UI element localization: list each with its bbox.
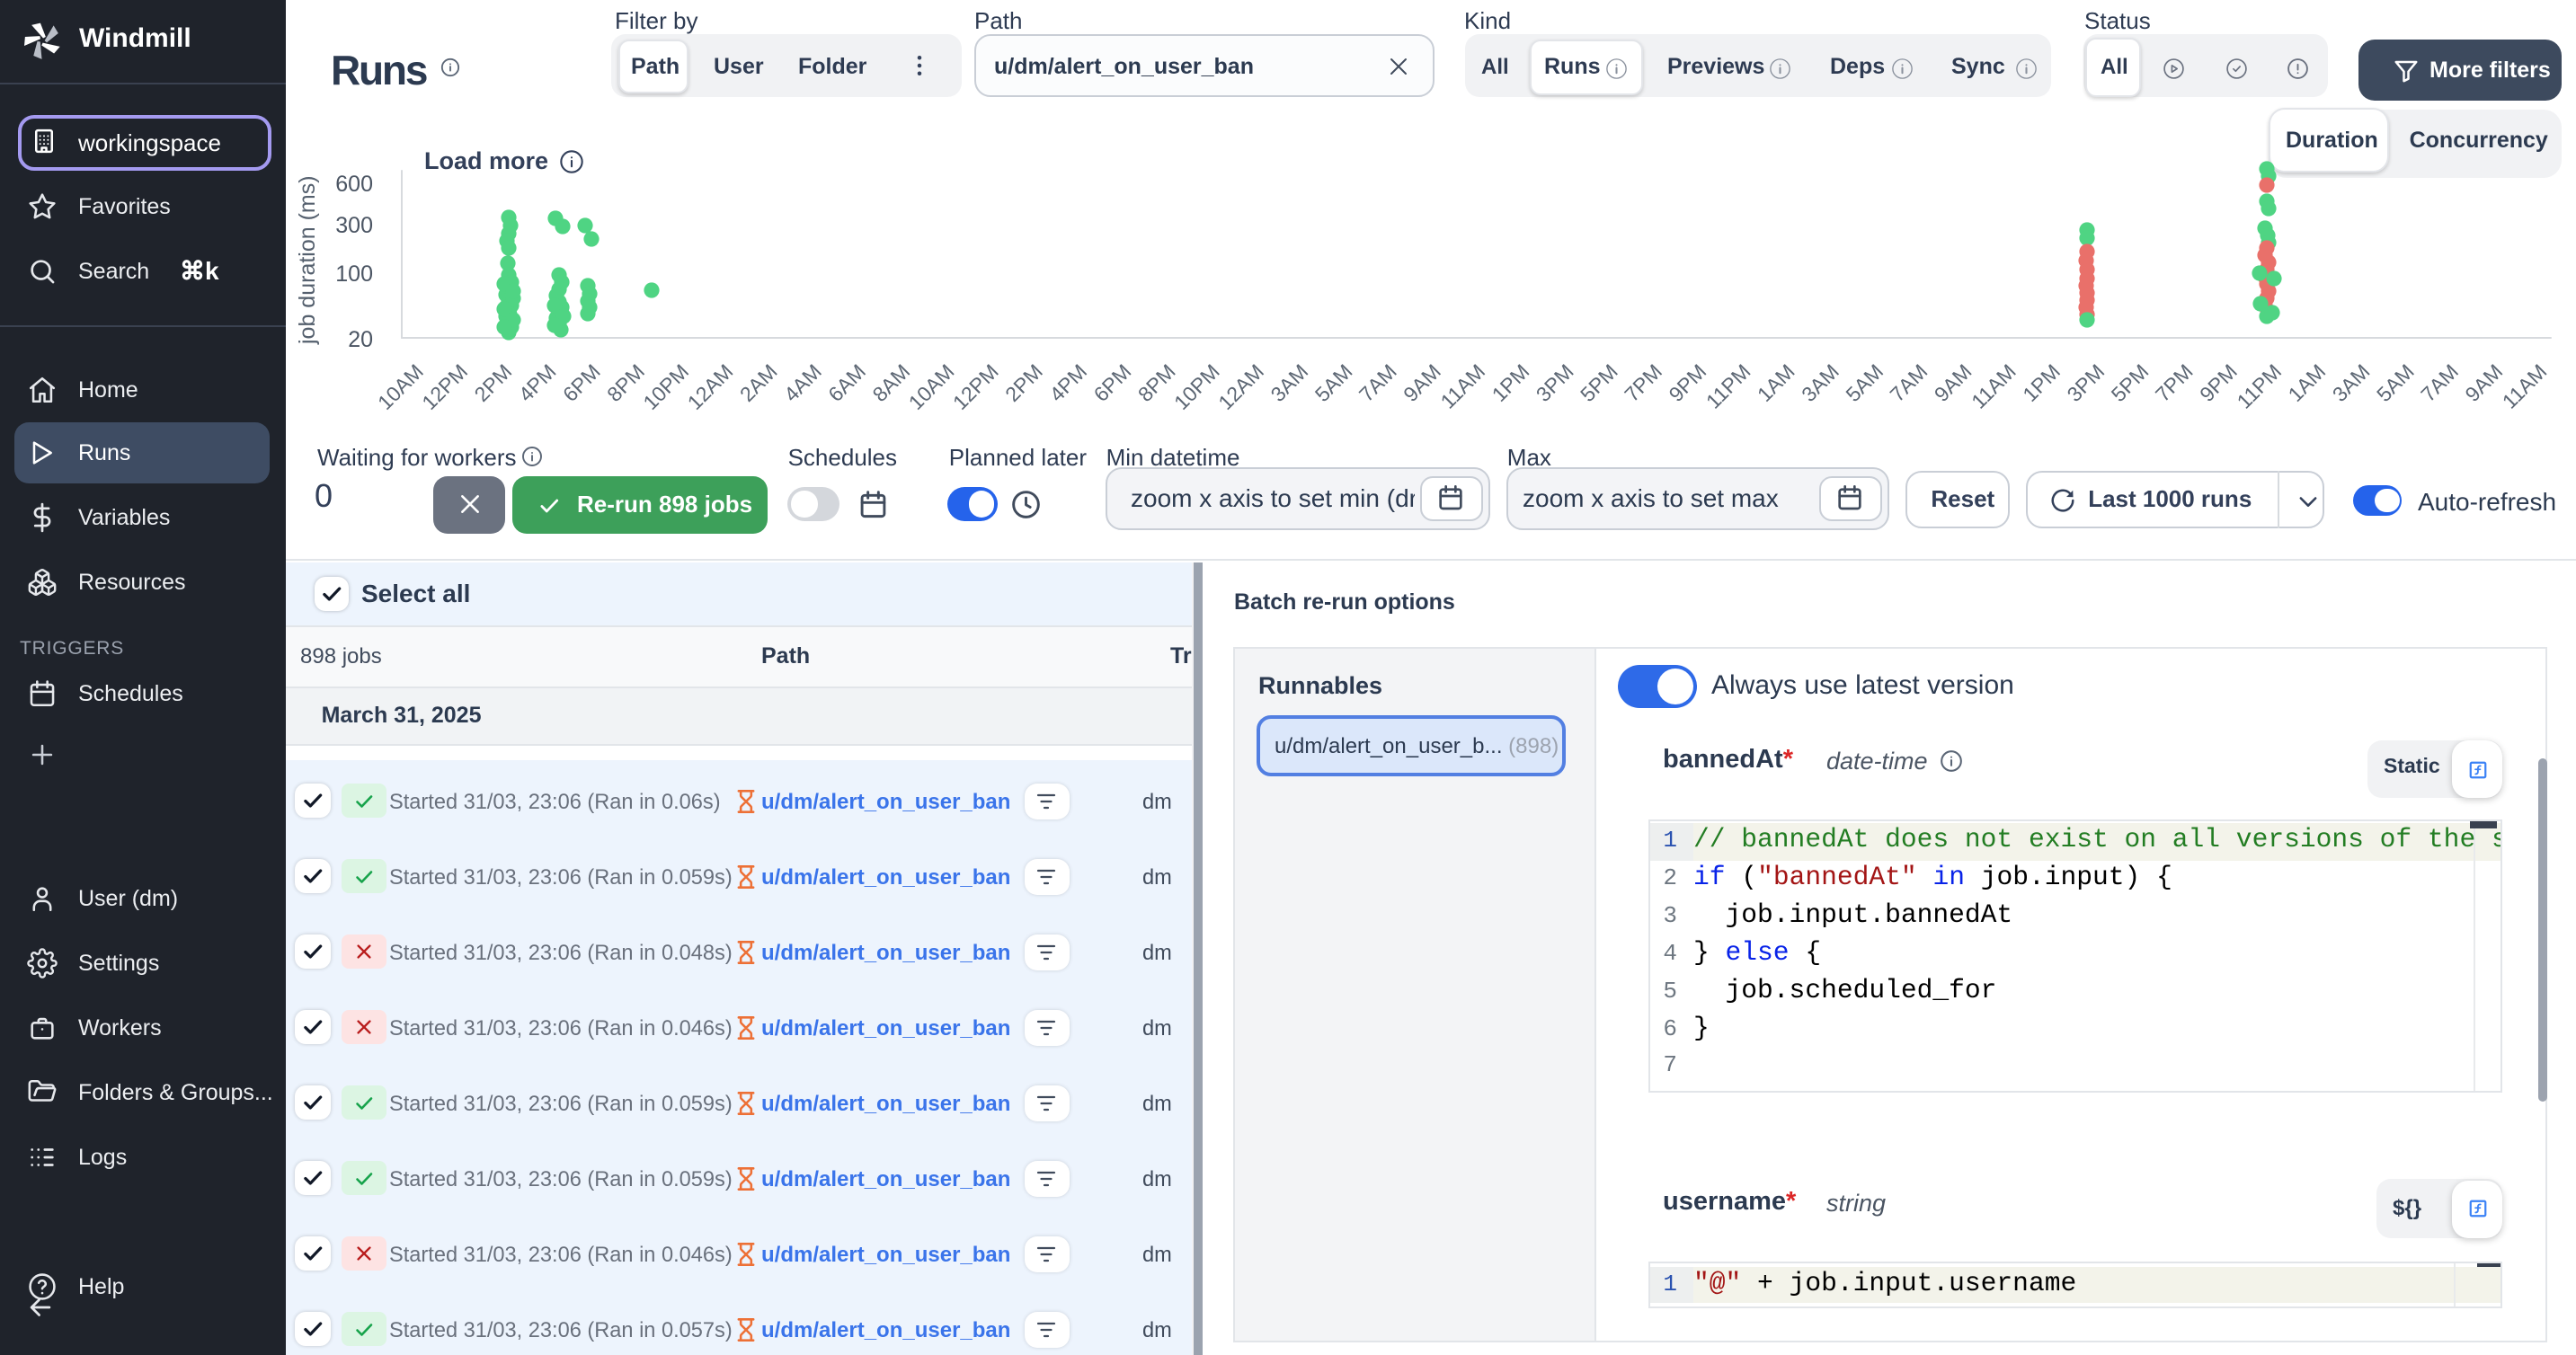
svg-text:12AM: 12AM (1213, 359, 1268, 414)
svg-text:10AM: 10AM (373, 359, 428, 414)
svg-text:1PM: 1PM (1488, 359, 1534, 406)
svg-text:7AM: 7AM (1886, 359, 1932, 406)
svg-text:2PM: 2PM (470, 359, 517, 406)
svg-text:3AM: 3AM (1797, 359, 1843, 406)
svg-text:600: 600 (335, 172, 373, 197)
svg-text:11AM: 11AM (2498, 359, 2552, 413)
svg-text:6PM: 6PM (1089, 359, 1136, 406)
svg-text:5PM: 5PM (2107, 359, 2154, 406)
svg-text:20: 20 (348, 327, 373, 352)
svg-text:3AM: 3AM (2328, 359, 2375, 406)
svg-text:10PM: 10PM (638, 359, 693, 414)
svg-text:7PM: 7PM (1620, 359, 1666, 406)
svg-text:job duration (ms): job duration (ms) (295, 175, 320, 345)
svg-text:12PM: 12PM (417, 359, 472, 414)
svg-text:6PM: 6PM (558, 359, 605, 406)
svg-text:3PM: 3PM (1532, 359, 1578, 406)
svg-text:7PM: 7PM (2151, 359, 2198, 406)
svg-text:10PM: 10PM (1169, 359, 1224, 414)
svg-text:4PM: 4PM (1044, 359, 1091, 406)
svg-text:5AM: 5AM (1841, 359, 1888, 406)
svg-text:1AM: 1AM (2284, 359, 2331, 406)
svg-text:4AM: 4AM (779, 359, 826, 406)
svg-text:5AM: 5AM (2372, 359, 2419, 406)
svg-text:12AM: 12AM (683, 359, 738, 414)
svg-text:2PM: 2PM (1000, 359, 1047, 406)
svg-text:7AM: 7AM (2416, 359, 2463, 406)
svg-text:1AM: 1AM (1753, 359, 1799, 406)
svg-text:6AM: 6AM (823, 359, 870, 406)
svg-text:11AM: 11AM (1967, 359, 2021, 413)
svg-text:5PM: 5PM (1576, 359, 1622, 406)
svg-text:2AM: 2AM (735, 359, 782, 406)
svg-text:7AM: 7AM (1355, 359, 1401, 406)
svg-text:100: 100 (335, 261, 373, 287)
svg-text:10AM: 10AM (904, 359, 959, 414)
svg-text:11PM: 11PM (1701, 359, 1755, 413)
svg-text:11PM: 11PM (2233, 359, 2287, 413)
svg-text:12PM: 12PM (948, 359, 1003, 414)
svg-text:300: 300 (335, 213, 373, 238)
svg-text:1PM: 1PM (2018, 359, 2065, 406)
svg-text:3PM: 3PM (2062, 359, 2109, 406)
svg-text:4PM: 4PM (514, 359, 561, 406)
svg-text:11AM: 11AM (1436, 359, 1490, 413)
svg-text:3AM: 3AM (1266, 359, 1313, 406)
svg-text:5AM: 5AM (1310, 359, 1357, 406)
